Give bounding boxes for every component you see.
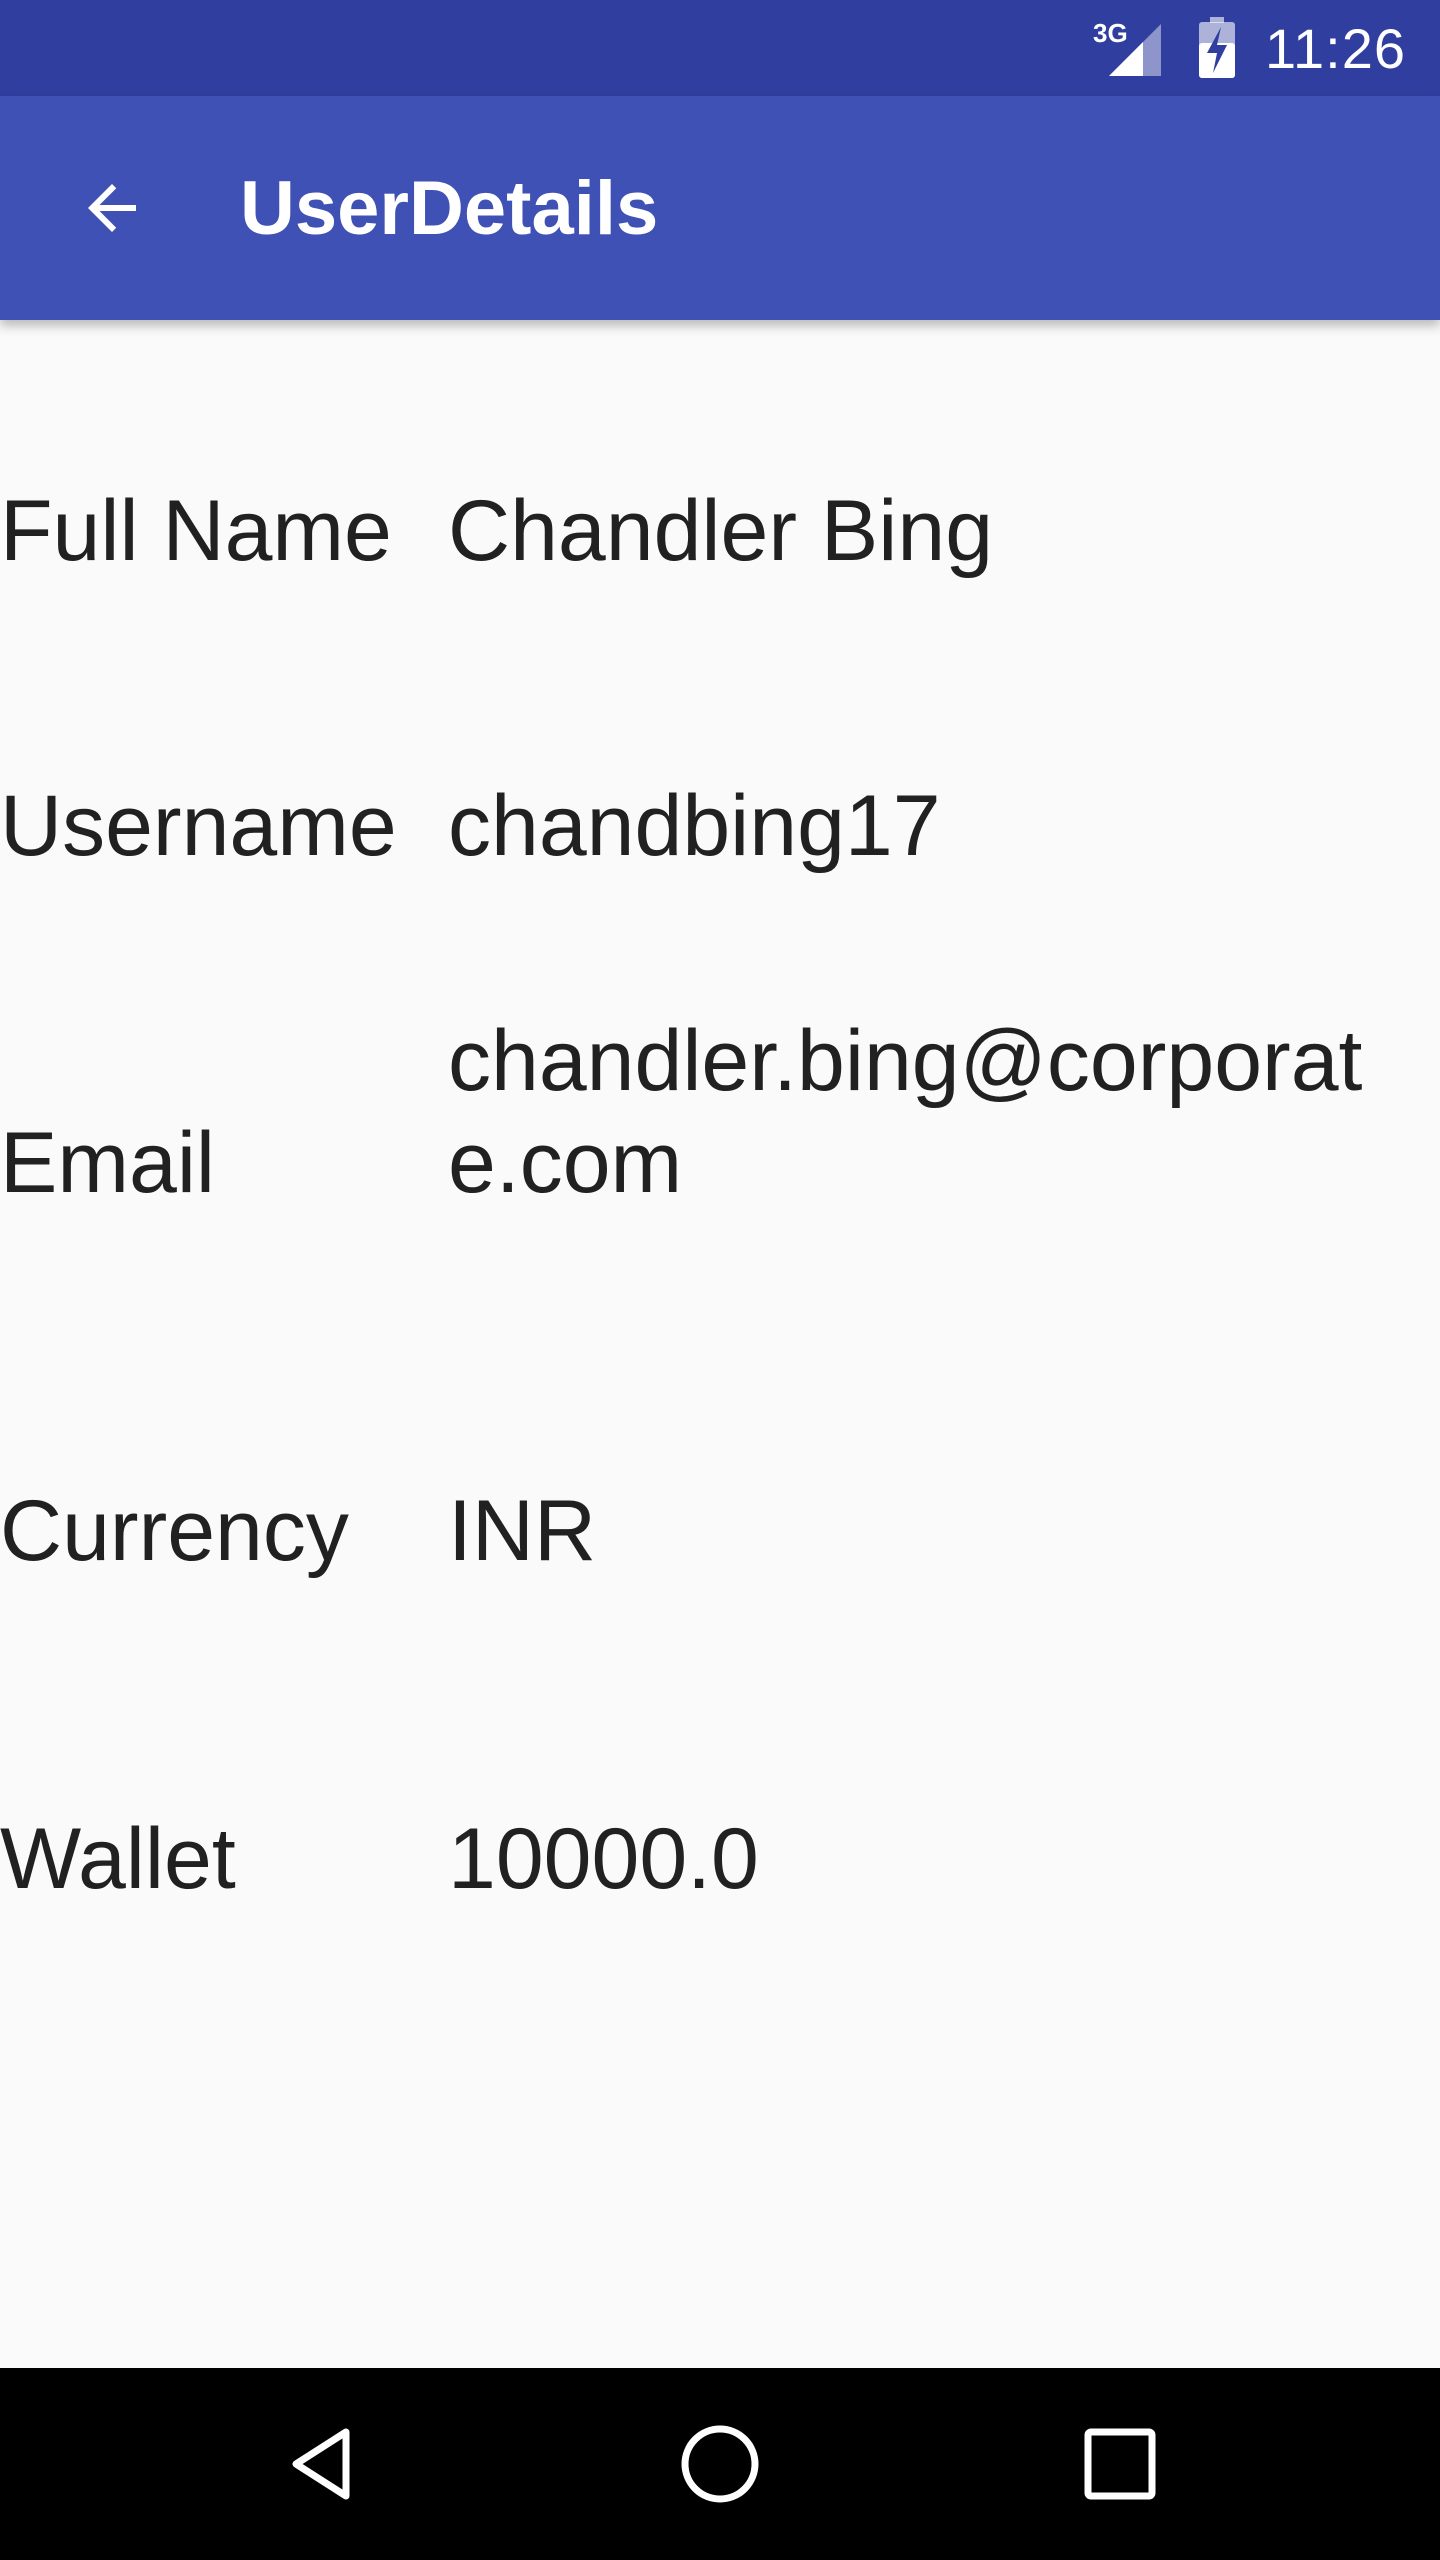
recents-square-icon xyxy=(1084,2428,1156,2500)
username-value: chandbing17 xyxy=(448,778,941,874)
app-bar: UserDetails xyxy=(0,96,1440,320)
wallet-value: 10000.0 xyxy=(448,1811,759,1907)
status-time: 11:26 xyxy=(1265,16,1406,80)
screen: 3G 11:26 UserDetails Full Name Chandler … xyxy=(0,0,1440,2560)
back-triangle-icon xyxy=(292,2428,350,2500)
home-circle-icon xyxy=(681,2425,759,2503)
username-label: Username xyxy=(0,778,397,874)
nav-recents-button[interactable] xyxy=(1060,2404,1180,2524)
status-icons: 3G 11:26 xyxy=(1093,0,1406,96)
currency-label: Currency xyxy=(0,1483,349,1579)
back-button[interactable] xyxy=(52,148,172,268)
nav-home-button[interactable] xyxy=(660,2404,780,2524)
full-name-label: Full Name xyxy=(0,483,392,579)
email-label: Email xyxy=(0,1115,216,1211)
wallet-label: Wallet xyxy=(0,1811,236,1907)
email-value: chandler.bing@corporate.com xyxy=(448,1013,1363,1211)
navigation-bar xyxy=(0,2368,1440,2560)
full-name-value: Chandler Bing xyxy=(448,483,994,579)
currency-value: INR xyxy=(448,1483,597,1579)
signal-indicator: 3G xyxy=(1093,18,1169,78)
nav-back-button[interactable] xyxy=(262,2404,382,2524)
signal-icon xyxy=(1109,24,1162,76)
arrow-back-icon xyxy=(88,184,136,232)
status-bar: 3G 11:26 xyxy=(0,0,1440,96)
page-title: UserDetails xyxy=(240,165,659,251)
battery-charging-icon xyxy=(1199,17,1236,78)
